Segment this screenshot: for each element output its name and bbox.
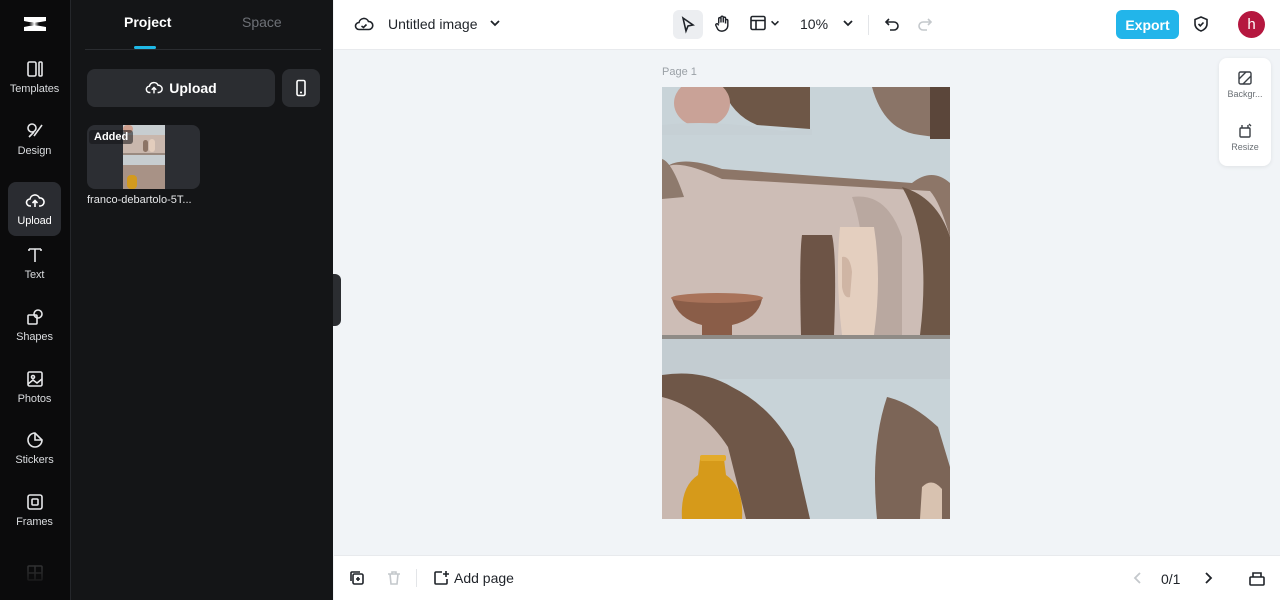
rail-item-frames[interactable]: Frames bbox=[8, 483, 61, 537]
chevron-down-icon bbox=[490, 20, 500, 27]
upload-panel: Project Space Upload Added franco-debart… bbox=[70, 0, 333, 600]
photos-icon bbox=[26, 371, 43, 387]
background-icon bbox=[1238, 71, 1252, 85]
background-tool[interactable]: Backgr... bbox=[1219, 70, 1271, 99]
chevron-right-icon bbox=[1205, 572, 1213, 584]
rail-item-shapes[interactable]: Shapes bbox=[8, 298, 61, 352]
phone-upload-button[interactable] bbox=[282, 69, 320, 107]
asset-card[interactable]: Added bbox=[87, 125, 200, 189]
duplicate-icon bbox=[350, 571, 364, 585]
stickers-icon bbox=[26, 432, 43, 448]
select-tool[interactable] bbox=[673, 10, 703, 39]
toolbar-divider bbox=[868, 15, 869, 35]
rail-item-text[interactable]: Text bbox=[8, 236, 61, 290]
export-button[interactable]: Export bbox=[1116, 10, 1179, 39]
rail-item-label: Upload bbox=[17, 215, 52, 227]
shapes-icon bbox=[26, 309, 43, 325]
upload-button[interactable]: Upload bbox=[87, 69, 275, 107]
capcut-logo[interactable] bbox=[21, 12, 49, 36]
rail-item-label: Photos bbox=[17, 393, 52, 405]
user-avatar[interactable]: h bbox=[1238, 11, 1265, 38]
tab-space[interactable]: Space bbox=[242, 14, 282, 30]
top-bar: Untitled image 10% Export h bbox=[334, 0, 1280, 50]
zoom-dropdown[interactable] bbox=[841, 16, 855, 30]
add-page-label: Add page bbox=[454, 570, 514, 586]
rail-item-label: Text bbox=[24, 269, 45, 281]
cloud-save-button[interactable] bbox=[354, 14, 374, 34]
security-button[interactable] bbox=[1192, 15, 1210, 33]
page-count: 0/1 bbox=[1161, 571, 1181, 587]
rail-item-upload[interactable]: Upload bbox=[8, 182, 61, 236]
left-rail: Templates Design Upload Text Shapes Phot… bbox=[0, 0, 70, 600]
layout-icon bbox=[750, 15, 766, 31]
upload-cloud-icon bbox=[25, 194, 45, 207]
trash-icon bbox=[388, 571, 400, 585]
duplicate-page-button[interactable] bbox=[348, 569, 366, 587]
tab-indicator bbox=[134, 46, 156, 49]
title-dropdown[interactable] bbox=[488, 16, 502, 30]
document-title[interactable]: Untitled image bbox=[388, 16, 478, 32]
bottom-bar: Add page 0/1 bbox=[334, 555, 1280, 600]
rail-item-label: Frames bbox=[16, 516, 53, 528]
pointer-icon bbox=[681, 15, 695, 34]
asset-name: franco-debartolo-5T... bbox=[87, 194, 192, 206]
redo-icon bbox=[918, 18, 933, 31]
next-page-button[interactable] bbox=[1200, 570, 1216, 586]
frames-icon bbox=[26, 494, 43, 510]
layers-icon bbox=[1249, 572, 1265, 586]
undo-button[interactable] bbox=[883, 15, 901, 33]
zoom-level[interactable]: 10% bbox=[800, 16, 828, 32]
panel-tabs: Project Space bbox=[85, 0, 321, 50]
templates-icon bbox=[26, 61, 43, 77]
hand-icon bbox=[715, 15, 729, 32]
rail-item-design[interactable]: Design bbox=[8, 112, 61, 166]
added-badge: Added bbox=[89, 130, 134, 144]
rail-fade bbox=[0, 540, 70, 600]
hand-tool[interactable] bbox=[713, 14, 732, 33]
prev-page-button[interactable] bbox=[1130, 570, 1146, 586]
rail-item-label: Shapes bbox=[16, 331, 53, 343]
canvas-image[interactable] bbox=[662, 87, 950, 519]
page-label: Page 1 bbox=[662, 66, 697, 78]
resize-tool[interactable]: Resize bbox=[1219, 123, 1271, 152]
resize-icon bbox=[1239, 123, 1252, 138]
chevron-down-icon bbox=[843, 20, 853, 27]
rail-item-photos[interactable]: Photos bbox=[8, 360, 61, 414]
add-page-button[interactable]: Add page bbox=[432, 569, 514, 587]
undo-icon bbox=[884, 18, 899, 31]
rail-item-label: Stickers bbox=[15, 454, 54, 466]
chevron-down-icon bbox=[771, 20, 779, 26]
layout-menu[interactable] bbox=[749, 14, 781, 32]
rail-item-label: Design bbox=[17, 145, 52, 157]
design-icon bbox=[26, 123, 43, 138]
shelves-photo bbox=[662, 87, 950, 519]
shield-check-icon bbox=[1194, 16, 1208, 32]
cloud-icon bbox=[354, 17, 374, 31]
upload-cloud-icon bbox=[145, 81, 164, 94]
rail-item-templates[interactable]: Templates bbox=[8, 50, 61, 104]
resize-tool-label: Resize bbox=[1231, 142, 1259, 152]
add-page-icon bbox=[434, 571, 449, 585]
tab-project[interactable]: Project bbox=[124, 14, 171, 30]
rail-item-stickers[interactable]: Stickers bbox=[8, 421, 61, 475]
side-tools: Backgr... Resize bbox=[1219, 58, 1271, 166]
panel-collapse-handle[interactable] bbox=[333, 274, 341, 326]
rail-item-label: Templates bbox=[9, 83, 60, 95]
phone-icon bbox=[296, 79, 306, 97]
redo-button[interactable] bbox=[916, 15, 934, 33]
background-tool-label: Backgr... bbox=[1227, 89, 1263, 99]
page-panel-toggle[interactable] bbox=[1248, 569, 1266, 587]
text-icon bbox=[27, 248, 42, 262]
chevron-left-icon bbox=[1133, 572, 1141, 584]
delete-page-button[interactable] bbox=[385, 569, 403, 587]
upload-button-label: Upload bbox=[169, 80, 217, 96]
bottom-divider bbox=[416, 569, 417, 587]
